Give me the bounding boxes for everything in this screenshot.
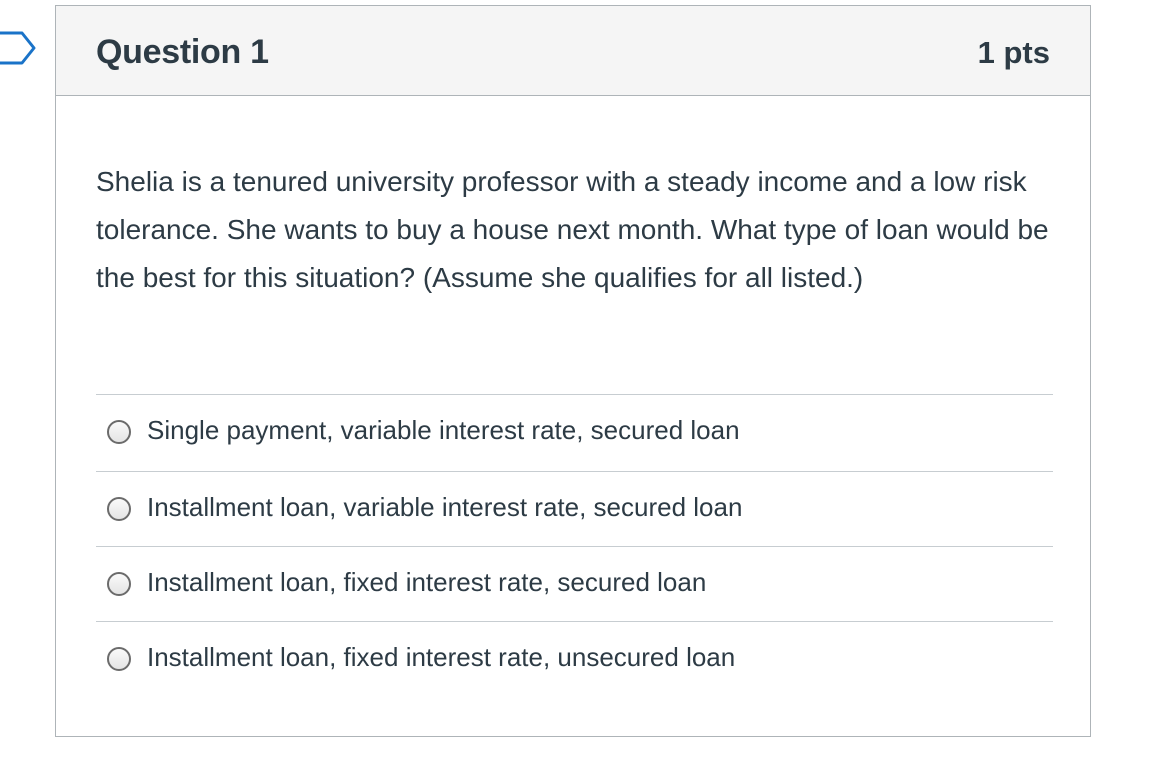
- question-header: Question 1 1 pts: [56, 6, 1090, 96]
- question-title: Question 1: [96, 33, 269, 71]
- answer-label[interactable]: Installment loan, fixed interest rate, s…: [147, 567, 706, 598]
- radio-button-icon[interactable]: [107, 647, 131, 671]
- answer-option-4[interactable]: Installment loan, fixed interest rate, u…: [96, 621, 1053, 696]
- answer-option-2[interactable]: Installment loan, variable interest rate…: [96, 471, 1053, 546]
- answer-label[interactable]: Installment loan, variable interest rate…: [147, 492, 742, 523]
- answer-label[interactable]: Installment loan, fixed interest rate, u…: [147, 642, 735, 673]
- question-text: Shelia is a tenured university professor…: [96, 166, 1049, 293]
- radio-button-icon[interactable]: [107, 420, 131, 444]
- flag-question-icon[interactable]: [0, 31, 36, 65]
- question-card: Question 1 1 pts Shelia is a tenured uni…: [55, 5, 1091, 737]
- radio-button-icon[interactable]: [107, 572, 131, 596]
- answer-option-3[interactable]: Installment loan, fixed interest rate, s…: [96, 546, 1053, 621]
- radio-button-icon[interactable]: [107, 497, 131, 521]
- answer-option-1[interactable]: Single payment, variable interest rate, …: [96, 394, 1053, 471]
- answer-label[interactable]: Single payment, variable interest rate, …: [147, 415, 740, 446]
- answer-list: Single payment, variable interest rate, …: [96, 394, 1053, 696]
- question-points: 1 pts: [977, 35, 1050, 70]
